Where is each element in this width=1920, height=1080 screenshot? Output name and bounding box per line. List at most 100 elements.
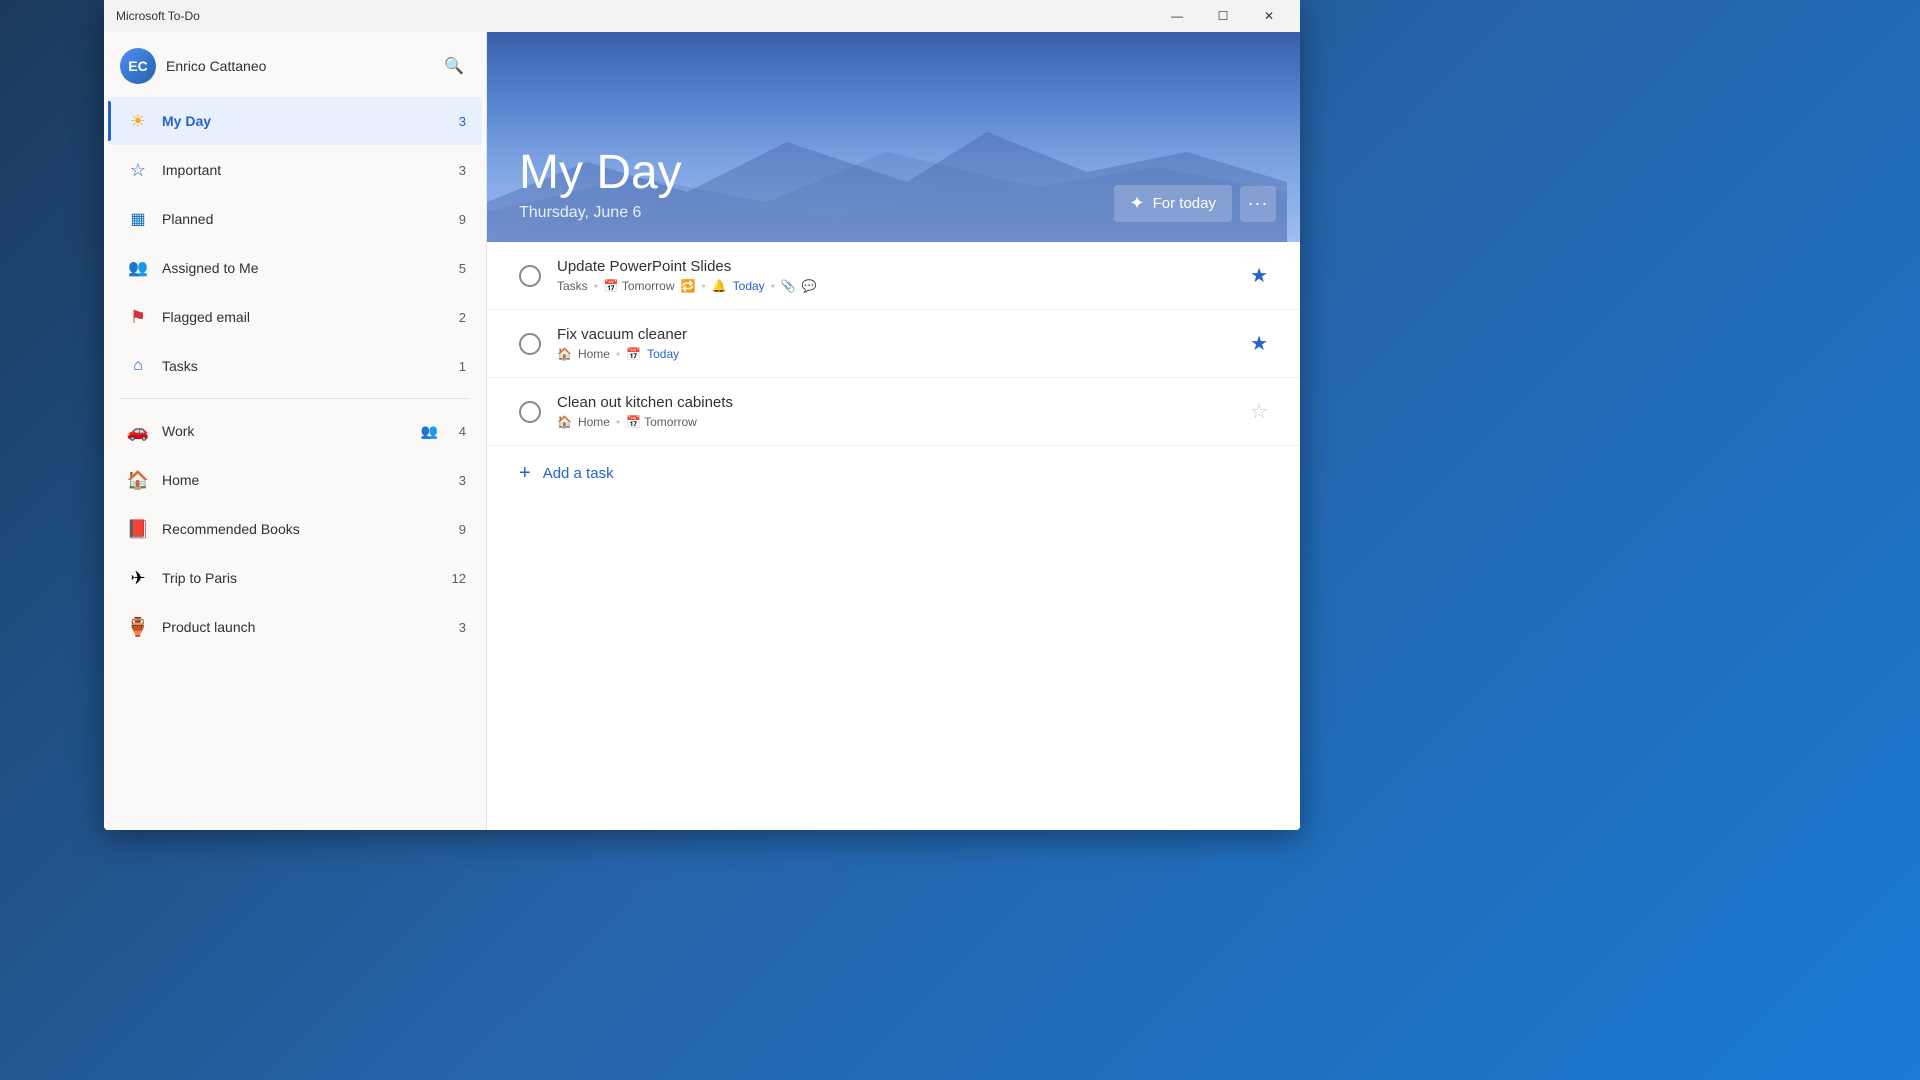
- sidebar-item-trip-to-paris[interactable]: ✈ Trip to Paris 12: [108, 554, 482, 602]
- task-list-2: Home: [578, 347, 610, 361]
- task-cal-3: 📅 Tomorrow: [626, 415, 697, 429]
- task-item[interactable]: Update PowerPoint Slides Tasks • 📅 Tomor…: [487, 242, 1300, 310]
- nav-label-product-launch: Product launch: [162, 619, 446, 635]
- user-info: EC Enrico Cattaneo: [120, 48, 266, 84]
- app-window: Microsoft To-Do — ☐ ✕ EC Enrico Cattaneo…: [104, 0, 1300, 830]
- launch-icon: 🏺: [124, 613, 152, 641]
- calendar-icon-2: 📅: [626, 347, 641, 361]
- nav-label-flagged-email: Flagged email: [162, 309, 446, 325]
- task-reminder-1: Today: [733, 279, 765, 293]
- attachment-icon-1: 📎: [781, 279, 796, 293]
- main-content: My Day Thursday, June 6 ✦ For today ···: [487, 32, 1300, 830]
- nav-count-product-launch: 3: [446, 620, 466, 635]
- sidebar-item-my-day[interactable]: ☀ My Day 3: [108, 97, 482, 145]
- sidebar-item-home[interactable]: 🏠 Home 3: [108, 456, 482, 504]
- task-checkbox-1[interactable]: [519, 265, 541, 287]
- nav-count-assigned-to-me: 5: [446, 261, 466, 276]
- sidebar-item-planned[interactable]: ▦ Planned 9: [108, 195, 482, 243]
- add-task-row[interactable]: + Add a task: [487, 446, 1300, 501]
- calendar-icon-3: 📅: [626, 415, 641, 429]
- task-title-2: Fix vacuum cleaner: [557, 326, 1234, 343]
- home-emoji-2: 🏠: [557, 347, 572, 361]
- nav-count-trip-to-paris: 12: [446, 571, 466, 586]
- nav-label-important: Important: [162, 162, 446, 178]
- task-star-1[interactable]: ★: [1250, 263, 1268, 288]
- maximize-button[interactable]: ☐: [1200, 0, 1246, 32]
- minimize-button[interactable]: —: [1154, 0, 1200, 32]
- task-meta-2: 🏠 Home • 📅 Today: [557, 347, 1234, 361]
- sidebar-nav: ☀ My Day 3 ☆ Important 3 ▦ Planned 9: [104, 96, 486, 830]
- task-cal-2: 📅: [626, 347, 641, 361]
- app-body: EC Enrico Cattaneo 🔍 ☀ My Day 3 ☆: [104, 32, 1300, 830]
- nav-count-tasks: 1: [446, 359, 466, 374]
- task-star-2[interactable]: ★: [1250, 331, 1268, 356]
- shared-icon: 👥: [421, 423, 438, 440]
- nav-label-recommended-books: Recommended Books: [162, 521, 446, 537]
- task-list-1: Tasks: [557, 279, 588, 293]
- sep-1a: •: [594, 279, 598, 293]
- close-button[interactable]: ✕: [1246, 0, 1292, 32]
- task-due-1: Tomorrow: [622, 279, 675, 293]
- add-icon: +: [519, 462, 531, 485]
- sidebar-item-product-launch[interactable]: 🏺 Product launch 3: [108, 603, 482, 651]
- for-today-label: For today: [1153, 195, 1216, 212]
- sidebar-header: EC Enrico Cattaneo 🔍: [104, 32, 486, 96]
- task-list-3: Home: [578, 415, 610, 429]
- app-title: Microsoft To-Do: [116, 9, 200, 23]
- nav-label-assigned-to-me: Assigned to Me: [162, 260, 446, 276]
- task-checkbox-2[interactable]: [519, 333, 541, 355]
- search-button[interactable]: 🔍: [438, 50, 470, 82]
- task-info-2: Fix vacuum cleaner 🏠 Home • 📅 Today: [557, 326, 1234, 361]
- star-icon: ☆: [124, 156, 152, 184]
- sidebar-item-tasks[interactable]: ⌂ Tasks 1: [108, 342, 482, 390]
- nav-label-tasks: Tasks: [162, 358, 446, 374]
- task-item[interactable]: Fix vacuum cleaner 🏠 Home • 📅 Today ★: [487, 310, 1300, 378]
- sep-1b: •: [701, 279, 705, 293]
- people-icon: 👥: [124, 254, 152, 282]
- nav-count-planned: 9: [446, 212, 466, 227]
- task-title-1: Update PowerPoint Slides: [557, 258, 1234, 275]
- sidebar-item-important[interactable]: ☆ Important 3: [108, 146, 482, 194]
- task-title-3: Clean out kitchen cabinets: [557, 394, 1234, 411]
- task-checkbox-3[interactable]: [519, 401, 541, 423]
- repeat-icon-1: 🔁: [681, 279, 696, 293]
- sidebar-item-recommended-books[interactable]: 📕 Recommended Books 9: [108, 505, 482, 553]
- window-controls: — ☐ ✕: [1154, 0, 1292, 32]
- nav-count-flagged-email: 2: [446, 310, 466, 325]
- sidebar-item-work[interactable]: 🚗 Work 👥 4: [108, 407, 482, 455]
- main-header: My Day Thursday, June 6 ✦ For today ···: [487, 32, 1300, 242]
- for-today-button[interactable]: ✦ For today: [1114, 185, 1232, 222]
- task-meta-1: Tasks • 📅 Tomorrow 🔁 • 🔔 Today • 📎: [557, 279, 1234, 293]
- car-icon: 🚗: [124, 417, 152, 445]
- task-due-2: Today: [647, 347, 679, 361]
- nav-count-important: 3: [446, 163, 466, 178]
- sep-2a: •: [616, 347, 620, 361]
- nav-count-home: 3: [446, 473, 466, 488]
- nav-label-home: Home: [162, 472, 446, 488]
- more-options-button[interactable]: ···: [1240, 186, 1276, 222]
- tasks-icon: ⌂: [124, 352, 152, 380]
- sidebar-item-assigned-to-me[interactable]: 👥 Assigned to Me 5: [108, 244, 482, 292]
- task-star-3[interactable]: ☆: [1250, 399, 1268, 424]
- sep-3a: •: [616, 415, 620, 429]
- bell-icon-1: 🔔: [712, 279, 727, 293]
- flag-icon: ⚑: [124, 303, 152, 331]
- plane-icon: ✈: [124, 564, 152, 592]
- avatar: EC: [120, 48, 156, 84]
- user-name: Enrico Cattaneo: [166, 58, 266, 74]
- sidebar: EC Enrico Cattaneo 🔍 ☀ My Day 3 ☆: [104, 32, 487, 830]
- calendar-grid-icon: ▦: [124, 205, 152, 233]
- task-due-3: Tomorrow: [644, 415, 697, 429]
- nav-label-my-day: My Day: [162, 113, 446, 129]
- sep-1c: •: [771, 279, 775, 293]
- task-cal-icon-1: 📅 Tomorrow: [604, 279, 675, 293]
- nav-label-planned: Planned: [162, 211, 446, 227]
- title-bar: Microsoft To-Do — ☐ ✕: [104, 0, 1300, 32]
- task-info-3: Clean out kitchen cabinets 🏠 Home • 📅 To…: [557, 394, 1234, 429]
- sidebar-item-flagged-email[interactable]: ⚑ Flagged email 2: [108, 293, 482, 341]
- note-icon-1: 💬: [802, 279, 817, 293]
- header-actions: ✦ For today ···: [1114, 185, 1276, 222]
- avatar-initials: EC: [128, 58, 147, 74]
- task-item[interactable]: Clean out kitchen cabinets 🏠 Home • 📅 To…: [487, 378, 1300, 446]
- add-task-label: Add a task: [543, 465, 614, 482]
